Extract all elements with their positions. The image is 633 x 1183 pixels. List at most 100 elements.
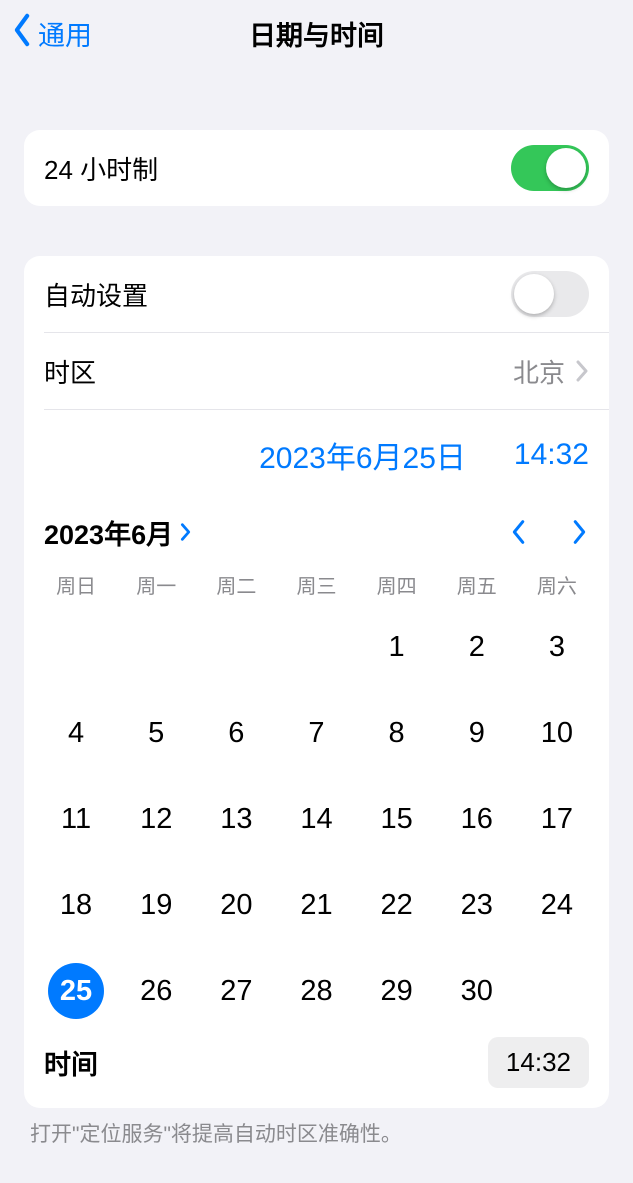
switch-auto[interactable]	[511, 271, 589, 317]
day-cell: 15	[357, 789, 437, 849]
day-cell: 16	[437, 789, 517, 849]
calendar-header: 2023年6月	[24, 500, 609, 564]
switch-24h[interactable]	[511, 145, 589, 191]
day-empty	[128, 619, 184, 675]
chevron-right-icon	[575, 359, 589, 383]
label-time: 时间	[44, 1043, 98, 1082]
day-empty	[288, 619, 344, 675]
day-15[interactable]: 15	[369, 791, 425, 847]
day-cell: 9	[437, 703, 517, 763]
prev-month-button[interactable]	[509, 517, 529, 547]
day-cell: 12	[116, 789, 196, 849]
day-cell: 8	[357, 703, 437, 763]
day-8[interactable]: 8	[369, 705, 425, 761]
day-cell: 1	[357, 617, 437, 677]
chevron-left-icon	[8, 12, 36, 55]
day-6[interactable]: 6	[208, 705, 264, 761]
day-cell: 18	[36, 875, 116, 935]
day-cell: 23	[437, 875, 517, 935]
day-cell: 27	[196, 961, 276, 1021]
next-month-button[interactable]	[569, 517, 589, 547]
back-button[interactable]: 通用	[8, 0, 92, 66]
row-auto: 自动设置	[24, 256, 609, 332]
day-cell: 4	[36, 703, 116, 763]
day-cell: 11	[36, 789, 116, 849]
weekday-label: 周三	[276, 570, 356, 599]
label-timezone: 时区	[44, 353, 513, 390]
calendar-month-button[interactable]: 2023年6月	[44, 513, 193, 552]
day-25[interactable]: 25	[48, 963, 104, 1019]
weekday-label: 周二	[196, 570, 276, 599]
day-cell	[517, 961, 597, 1021]
day-cell	[36, 617, 116, 677]
day-cell: 21	[276, 875, 356, 935]
day-5[interactable]: 5	[128, 705, 184, 761]
day-cell: 14	[276, 789, 356, 849]
day-empty	[529, 963, 585, 1019]
time-display[interactable]: 14:32	[514, 438, 589, 472]
value-timezone: 北京	[513, 353, 565, 390]
day-cell: 22	[357, 875, 437, 935]
weekday-label: 周五	[437, 570, 517, 599]
day-cell: 13	[196, 789, 276, 849]
day-empty	[208, 619, 264, 675]
day-23[interactable]: 23	[449, 877, 505, 933]
row-time: 时间 14:32	[24, 1027, 609, 1108]
day-10[interactable]: 10	[529, 705, 585, 761]
date-display[interactable]: 2023年6月25日	[259, 433, 466, 477]
day-cell	[196, 617, 276, 677]
group-24h: 24 小时制	[24, 130, 609, 206]
day-4[interactable]: 4	[48, 705, 104, 761]
day-17[interactable]: 17	[529, 791, 585, 847]
day-cell: 20	[196, 875, 276, 935]
weekday-label: 周一	[116, 570, 196, 599]
day-7[interactable]: 7	[288, 705, 344, 761]
navbar: 通用 日期与时间	[0, 0, 633, 66]
day-18[interactable]: 18	[48, 877, 104, 933]
page-title: 日期与时间	[249, 14, 384, 53]
time-picker[interactable]: 14:32	[488, 1037, 589, 1088]
group-main: 自动设置 时区 北京 2023年6月25日 14:32 2023年6月	[24, 256, 609, 1108]
day-24[interactable]: 24	[529, 877, 585, 933]
calendar-nav	[509, 517, 589, 547]
day-21[interactable]: 21	[288, 877, 344, 933]
day-cell: 25	[36, 961, 116, 1021]
day-30[interactable]: 30	[449, 963, 505, 1019]
day-26[interactable]: 26	[128, 963, 184, 1019]
day-cell: 10	[517, 703, 597, 763]
day-3[interactable]: 3	[529, 619, 585, 675]
day-cell: 30	[437, 961, 517, 1021]
day-cell: 6	[196, 703, 276, 763]
day-cell	[116, 617, 196, 677]
day-cell: 2	[437, 617, 517, 677]
day-20[interactable]: 20	[208, 877, 264, 933]
weekday-label: 周六	[517, 570, 597, 599]
day-29[interactable]: 29	[369, 963, 425, 1019]
day-2[interactable]: 2	[449, 619, 505, 675]
chevron-right-icon	[179, 521, 193, 543]
footer-note: 打开"定位服务"将提高自动时区准确性。	[30, 1118, 603, 1148]
day-11[interactable]: 11	[48, 791, 104, 847]
day-cell: 28	[276, 961, 356, 1021]
day-16[interactable]: 16	[449, 791, 505, 847]
row-datetime-summary: 2023年6月25日 14:32	[24, 410, 609, 500]
row-timezone[interactable]: 时区 北京	[24, 333, 609, 409]
label-auto: 自动设置	[44, 276, 511, 313]
calendar-month-label: 2023年6月	[44, 513, 173, 552]
day-27[interactable]: 27	[208, 963, 264, 1019]
day-19[interactable]: 19	[128, 877, 184, 933]
day-cell: 5	[116, 703, 196, 763]
day-cell: 7	[276, 703, 356, 763]
weekday-label: 周四	[357, 570, 437, 599]
day-1[interactable]: 1	[369, 619, 425, 675]
day-12[interactable]: 12	[128, 791, 184, 847]
day-empty	[48, 619, 104, 675]
weekday-row: 周日周一周二周三周四周五周六	[24, 564, 609, 605]
day-13[interactable]: 13	[208, 791, 264, 847]
day-22[interactable]: 22	[369, 877, 425, 933]
back-label: 通用	[38, 14, 92, 53]
day-28[interactable]: 28	[288, 963, 344, 1019]
day-14[interactable]: 14	[288, 791, 344, 847]
day-9[interactable]: 9	[449, 705, 505, 761]
days-grid: 1234567891011121314151617181920212223242…	[24, 605, 609, 1027]
